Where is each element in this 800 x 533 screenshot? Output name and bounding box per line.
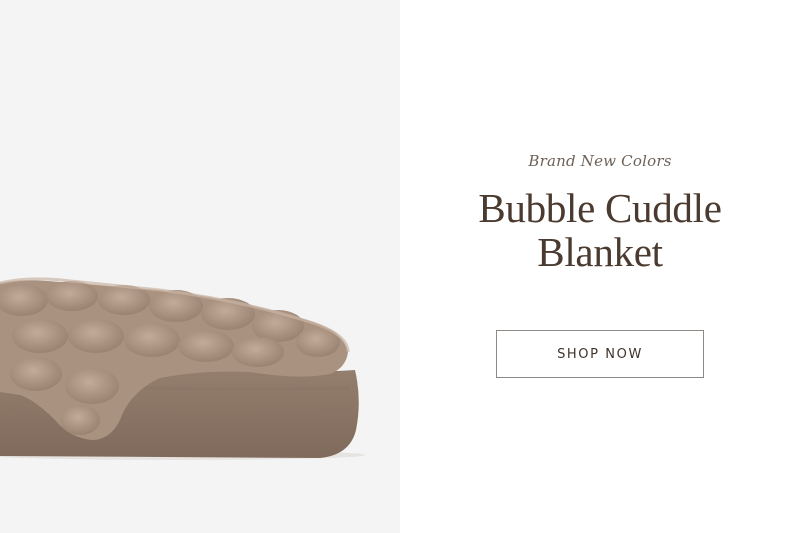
product-title-line-2: Blanket	[537, 229, 663, 275]
promo-content: Brand New Colors Bubble Cuddle Blanket S…	[400, 0, 800, 533]
product-image[interactable]	[0, 0, 400, 533]
shop-now-button[interactable]: SHOP NOW	[496, 330, 704, 378]
product-title: Bubble Cuddle Blanket	[400, 186, 800, 274]
eyebrow-text: Brand New Colors	[528, 152, 672, 170]
blanket-illustration	[0, 277, 365, 460]
product-title-line-1: Bubble Cuddle	[478, 185, 722, 231]
promo-banner: Brand New Colors Bubble Cuddle Blanket S…	[0, 0, 800, 533]
